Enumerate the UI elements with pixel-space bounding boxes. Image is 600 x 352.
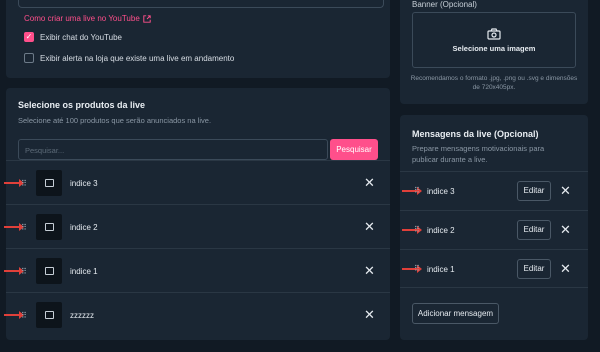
product-thumbnail (36, 258, 62, 284)
youtube-help-link[interactable]: Como criar uma live no YouTube (24, 14, 151, 23)
youtube-help-link-label[interactable]: Como criar uma live no YouTube (24, 14, 140, 23)
product-row: ⠿ indice 2 ✕ (4, 204, 390, 248)
message-name: indice 2 (427, 226, 455, 235)
annotation-arrow (4, 223, 24, 231)
messages-title: Mensagens da live (Opcional) (412, 129, 539, 139)
image-placeholder-icon (44, 179, 54, 187)
drag-handle-icon[interactable]: ⠿ (414, 264, 420, 273)
external-link-icon (143, 14, 151, 23)
edit-message-button[interactable]: Editar (517, 259, 551, 279)
remove-message-icon[interactable]: ✕ (560, 184, 571, 197)
product-name: indice 1 (70, 267, 98, 276)
messages-subtitle: Prepare mensagens motivacionais para pub… (412, 144, 545, 164)
add-message-button[interactable]: Adicionar mensagem (412, 303, 499, 324)
banner-upload-area[interactable]: Selecione uma imagem (412, 12, 576, 68)
edit-message-button[interactable]: Editar (517, 181, 551, 201)
remove-message-icon[interactable]: ✕ (560, 223, 571, 236)
banner-format-note: Recomendamos o formato .jpg, .png ou .sv… (410, 75, 578, 91)
image-placeholder-icon (44, 311, 54, 319)
annotation-arrow (4, 179, 24, 187)
annotation-arrow (4, 311, 24, 319)
search-button[interactable]: Pesquisar (330, 139, 378, 160)
drag-handle-icon[interactable]: ⠿ (21, 311, 27, 320)
remove-product-icon[interactable]: ✕ (364, 220, 375, 233)
product-thumbnail (36, 302, 62, 328)
image-placeholder-icon (44, 223, 54, 231)
add-photo-icon (487, 27, 501, 40)
product-search-input[interactable]: Pesquisar... (18, 139, 328, 160)
remove-product-icon[interactable]: ✕ (364, 176, 375, 189)
message-row: ⠿ indice 2 Editar ✕ (400, 210, 588, 249)
product-row: ⠿ indice 3 ✕ (4, 160, 390, 204)
banner-label: Banner (Opcional) (412, 0, 477, 9)
products-title: Selecione os produtos da live (18, 100, 146, 110)
messages-card: Mensagens da live (Opcional) Prepare men… (400, 115, 588, 340)
product-name: zzzzzz (70, 311, 94, 320)
drag-handle-icon[interactable]: ⠿ (21, 267, 27, 276)
drag-handle-icon[interactable]: ⠿ (21, 179, 27, 188)
remove-message-icon[interactable]: ✕ (560, 262, 571, 275)
upload-label: Selecione uma imagem (452, 43, 536, 53)
chat-checkbox[interactable]: ✓ (24, 32, 34, 42)
product-row: ⠿ zzzzzz ✕ (4, 292, 390, 336)
alert-checkbox-label: Exibir alerta na loja que existe uma liv… (40, 53, 235, 63)
live-settings-card: Como criar uma live no YouTube ✓ Exibir … (6, 0, 390, 78)
message-row: ⠿ indice 1 Editar ✕ (400, 249, 588, 288)
live-url-input[interactable] (18, 0, 384, 8)
remove-product-icon[interactable]: ✕ (364, 264, 375, 277)
product-row: ⠿ indice 1 ✕ (4, 248, 390, 292)
image-placeholder-icon (44, 267, 54, 275)
remove-product-icon[interactable]: ✕ (364, 308, 375, 321)
product-name: indice 2 (70, 223, 98, 232)
product-name: indice 3 (70, 179, 98, 188)
message-name: indice 1 (427, 265, 455, 274)
message-name: indice 3 (427, 187, 455, 196)
annotation-arrow (4, 267, 24, 275)
product-thumbnail (36, 214, 62, 240)
banner-card: Banner (Opcional) Selecione uma imagem R… (400, 0, 588, 104)
chat-checkbox-label: Exibir chat do YouTube (40, 32, 122, 42)
drag-handle-icon[interactable]: ⠿ (21, 223, 27, 232)
products-subtitle: Selecione até 100 produtos que serão anu… (18, 116, 212, 125)
products-card: Selecione os produtos da live Selecione … (4, 88, 390, 340)
message-row: ⠿ indice 3 Editar ✕ (400, 171, 588, 210)
alert-checkbox[interactable] (24, 53, 34, 63)
product-thumbnail (36, 170, 62, 196)
drag-handle-icon[interactable]: ⠿ (414, 225, 420, 234)
drag-handle-icon[interactable]: ⠿ (414, 186, 420, 195)
alert-checkbox-row[interactable]: Exibir alerta na loja que existe uma liv… (24, 53, 234, 63)
chat-checkbox-row[interactable]: ✓ Exibir chat do YouTube (24, 32, 122, 42)
edit-message-button[interactable]: Editar (517, 220, 551, 240)
